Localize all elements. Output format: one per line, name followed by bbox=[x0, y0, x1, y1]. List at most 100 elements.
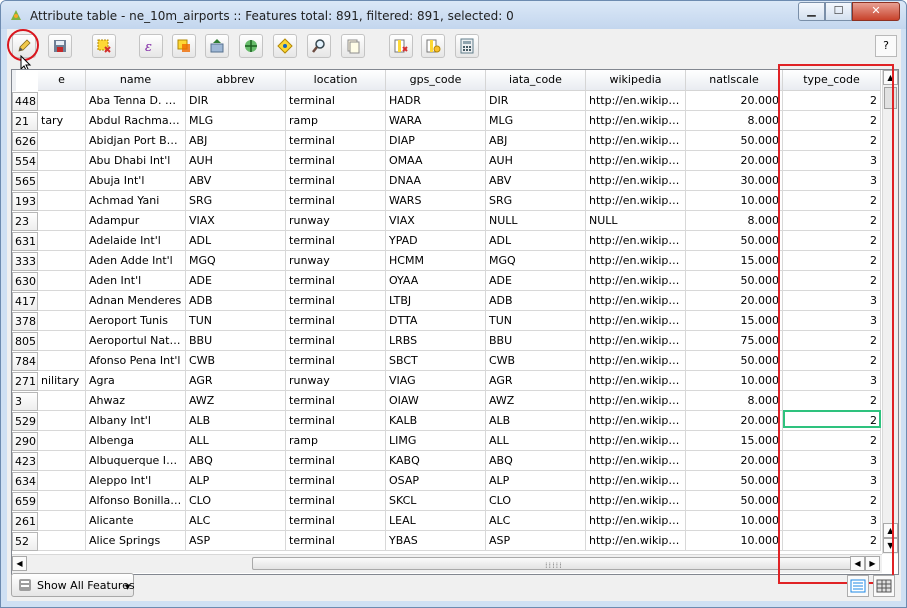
table-cell-gps-code[interactable]: OIAW bbox=[386, 391, 486, 411]
table-cell-gps-code[interactable]: OSAP bbox=[386, 471, 486, 491]
table-cell-wikipedia[interactable]: http://en.wikiped... bbox=[586, 191, 686, 211]
table-cell-e[interactable] bbox=[38, 251, 86, 271]
table-cell-wikipedia[interactable]: http://en.wikiped... bbox=[586, 291, 686, 311]
minimize-button[interactable]: ▁ bbox=[798, 2, 825, 21]
row-header[interactable]: 631 bbox=[12, 232, 38, 251]
table-cell-e[interactable] bbox=[38, 451, 86, 471]
row-header[interactable]: 52 bbox=[12, 532, 38, 551]
horizontal-scroll-thumb[interactable]: ⁞⁞⁞⁞⁞ bbox=[252, 557, 857, 570]
table-cell-name[interactable]: Adampur bbox=[86, 211, 186, 231]
table-cell-name[interactable]: Albany Int'l bbox=[86, 411, 186, 431]
select-by-expression-button[interactable]: ε bbox=[139, 34, 163, 58]
table-cell-wikipedia[interactable]: http://en.wikiped... bbox=[586, 531, 686, 551]
table-cell-name[interactable]: Albenga bbox=[86, 431, 186, 451]
table-cell-location[interactable]: ramp bbox=[286, 111, 386, 131]
table-cell-e[interactable] bbox=[38, 171, 86, 191]
table-cell-location[interactable]: terminal bbox=[286, 511, 386, 531]
table-cell-iata-code[interactable]: ABJ bbox=[486, 131, 586, 151]
table-cell-iata-code[interactable]: AWZ bbox=[486, 391, 586, 411]
table-cell-wikipedia[interactable]: http://en.wikiped... bbox=[586, 431, 686, 451]
table-cell-natlscale[interactable]: 50.000 bbox=[686, 271, 783, 291]
row-header[interactable]: 630 bbox=[12, 272, 38, 291]
row-header[interactable]: 21 bbox=[12, 112, 38, 131]
row-header[interactable]: 529 bbox=[12, 412, 38, 431]
table-cell-wikipedia[interactable]: http://en.wikiped... bbox=[586, 411, 686, 431]
invert-selection-button[interactable] bbox=[172, 34, 196, 58]
table-cell-location[interactable]: terminal bbox=[286, 291, 386, 311]
table-cell-name[interactable]: Aleppo Int'l bbox=[86, 471, 186, 491]
table-cell-natlscale[interactable]: 8.000 bbox=[686, 211, 783, 231]
table-cell-location[interactable]: terminal bbox=[286, 91, 386, 111]
table-cell-natlscale[interactable]: 30.000 bbox=[686, 171, 783, 191]
table-cell-name[interactable]: Albuquerque Int'l bbox=[86, 451, 186, 471]
table-cell-name[interactable]: Agra bbox=[86, 371, 186, 391]
table-cell-abbrev[interactable]: ABV bbox=[186, 171, 286, 191]
table-cell-gps-code[interactable]: VIAX bbox=[386, 211, 486, 231]
table-cell-natlscale[interactable]: 15.000 bbox=[686, 311, 783, 331]
table-cell-abbrev[interactable]: ADL bbox=[186, 231, 286, 251]
table-cell-iata-code[interactable]: ABQ bbox=[486, 451, 586, 471]
table-cell-location[interactable]: terminal bbox=[286, 411, 386, 431]
table-cell-e[interactable] bbox=[38, 431, 86, 451]
table-cell-abbrev[interactable]: BBU bbox=[186, 331, 286, 351]
zoom-map-to-selection-button[interactable] bbox=[273, 34, 297, 58]
table-cell-gps-code[interactable]: LTBJ bbox=[386, 291, 486, 311]
table-cell-location[interactable]: terminal bbox=[286, 491, 386, 511]
table-cell-abbrev[interactable]: AWZ bbox=[186, 391, 286, 411]
table-cell-name[interactable]: Alicante bbox=[86, 511, 186, 531]
table-cell-iata-code[interactable]: SRG bbox=[486, 191, 586, 211]
row-header[interactable]: 193 bbox=[12, 192, 38, 211]
table-cell-natlscale[interactable]: 15.000 bbox=[686, 431, 783, 451]
table-cell-location[interactable]: terminal bbox=[286, 131, 386, 151]
table-cell-gps-code[interactable]: YBAS bbox=[386, 531, 486, 551]
table-cell-natlscale[interactable]: 50.000 bbox=[686, 231, 783, 251]
table-cell-e[interactable]: tary bbox=[38, 111, 86, 131]
table-cell-iata-code[interactable]: ALP bbox=[486, 471, 586, 491]
table-cell-iata-code[interactable]: ASP bbox=[486, 531, 586, 551]
column-header-wikipedia[interactable]: wikipedia bbox=[586, 70, 686, 91]
row-header[interactable]: 448 bbox=[12, 92, 38, 111]
table-cell-gps-code[interactable]: LEAL bbox=[386, 511, 486, 531]
pan-map-to-selection-button[interactable] bbox=[239, 34, 263, 58]
table-cell-abbrev[interactable]: ABJ bbox=[186, 131, 286, 151]
table-cell-gps-code[interactable]: OYAA bbox=[386, 271, 486, 291]
table-cell-e[interactable]: nilitary bbox=[38, 371, 86, 391]
table-cell-abbrev[interactable]: VIAX bbox=[186, 211, 286, 231]
row-header[interactable]: 261 bbox=[12, 512, 38, 531]
table-cell-gps-code[interactable]: SBCT bbox=[386, 351, 486, 371]
table-cell-name[interactable]: Adnan Menderes bbox=[86, 291, 186, 311]
table-cell-iata-code[interactable]: AUH bbox=[486, 151, 586, 171]
row-header[interactable]: 565 bbox=[12, 172, 38, 191]
table-cell-location[interactable]: terminal bbox=[286, 391, 386, 411]
table-cell-location[interactable]: terminal bbox=[286, 451, 386, 471]
table-cell-name[interactable]: Abidjan Port Bouet bbox=[86, 131, 186, 151]
close-button[interactable]: ✕ bbox=[852, 2, 900, 21]
table-cell-gps-code[interactable]: OMAA bbox=[386, 151, 486, 171]
table-cell-e[interactable] bbox=[38, 311, 86, 331]
table-cell-natlscale[interactable]: 20.000 bbox=[686, 291, 783, 311]
table-cell-abbrev[interactable]: MGQ bbox=[186, 251, 286, 271]
column-header-name[interactable]: name bbox=[86, 70, 186, 91]
row-header[interactable]: 3 bbox=[12, 392, 38, 411]
table-cell-abbrev[interactable]: DIR bbox=[186, 91, 286, 111]
table-cell-wikipedia[interactable]: http://en.wikiped... bbox=[586, 491, 686, 511]
table-cell-name[interactable]: Aden Adde Int'l bbox=[86, 251, 186, 271]
row-header[interactable]: 626 bbox=[12, 132, 38, 151]
table-cell-e[interactable] bbox=[38, 471, 86, 491]
horizontal-scrollbar[interactable]: ◀ ⁞⁞⁞⁞⁞ ◀ ▶ bbox=[12, 554, 882, 573]
table-cell-iata-code[interactable]: ABV bbox=[486, 171, 586, 191]
table-cell-iata-code[interactable]: AGR bbox=[486, 371, 586, 391]
column-header-iata-code[interactable]: iata_code bbox=[486, 70, 586, 91]
table-cell-iata-code[interactable]: MGQ bbox=[486, 251, 586, 271]
table-cell-natlscale[interactable]: 20.000 bbox=[686, 451, 783, 471]
table-cell-wikipedia[interactable]: http://en.wikiped... bbox=[586, 131, 686, 151]
column-header-abbrev[interactable]: abbrev bbox=[186, 70, 286, 91]
table-cell-wikipedia[interactable]: http://en.wikiped... bbox=[586, 451, 686, 471]
table-cell-gps-code[interactable]: LIMG bbox=[386, 431, 486, 451]
table-cell-e[interactable] bbox=[38, 351, 86, 371]
save-edits-button[interactable] bbox=[48, 34, 72, 58]
row-header[interactable]: 659 bbox=[12, 492, 38, 511]
table-cell-iata-code[interactable]: DIR bbox=[486, 91, 586, 111]
delete-selected-button[interactable] bbox=[92, 34, 116, 58]
table-cell-iata-code[interactable]: BBU bbox=[486, 331, 586, 351]
